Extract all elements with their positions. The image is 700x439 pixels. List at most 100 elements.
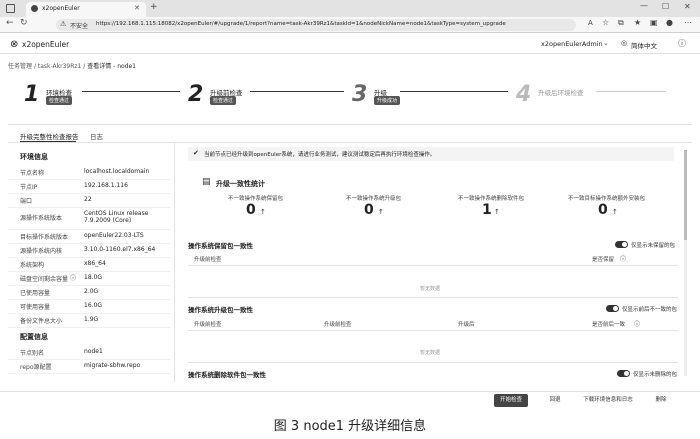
notice-banner: ✔ 当前节点已经升级到openEuler系统，请进行业务测试，建议测试稳定后再执… xyxy=(188,147,674,161)
env-row-backup-size: 备份文件总大小 1.9G xyxy=(8,314,170,328)
breadcrumb: 任务管理 / task-Akr39Rz1 / 查看详情 - node1 xyxy=(8,63,136,70)
favorites-icon[interactable]: ★ xyxy=(634,18,641,27)
check-circle-icon: ✔ xyxy=(193,149,199,157)
steps-divider xyxy=(8,124,692,125)
url-box[interactable]: ⚠ 不安全 https://192.168.1.115:18082/x2open… xyxy=(56,19,576,31)
keep-toggle[interactable] xyxy=(615,241,628,248)
stats-icon: ▤ xyxy=(202,177,211,187)
stat-value: 1 xyxy=(482,202,492,218)
logo-text: x2openEuler xyxy=(22,40,70,49)
read-aloud-icon[interactable]: A xyxy=(588,19,593,27)
step-3-connector xyxy=(400,91,508,92)
step-4: 4 升级后环境检查 xyxy=(516,82,676,116)
arrow-up-icon: ↑ xyxy=(612,208,618,216)
stat-label: 不一致目标操作系统额外安装包 xyxy=(568,196,646,202)
logo-icon: ⊗ xyxy=(10,39,19,50)
config-key: repo源配置 xyxy=(20,364,52,371)
env-row-arch: 系统架构 x86_64 xyxy=(8,258,170,272)
upgrade-bottom-divider xyxy=(188,362,678,363)
breadcrumb-task-management[interactable]: 任务管理 xyxy=(8,63,32,70)
keep-col-before: 升级前检查 xyxy=(194,257,222,263)
browser-menu-icon[interactable] xyxy=(6,4,15,13)
content-scrollbar[interactable] xyxy=(684,150,687,376)
chevron-down-icon[interactable]: ⌄ xyxy=(603,39,609,47)
remove-toggle[interactable] xyxy=(617,370,630,377)
step-1: 1 环境检查 检查通过 xyxy=(24,82,184,116)
env-key: 端口 xyxy=(20,198,33,205)
upgrade-col-after: 升级后 xyxy=(458,322,475,328)
user-menu[interactable]: x2openEulerAdmin xyxy=(541,40,603,48)
scrollbar-thumb[interactable] xyxy=(684,150,687,240)
url-text[interactable]: https://192.168.1.115:18082/x2openEuler/… xyxy=(96,21,506,27)
step-2-connector xyxy=(250,91,344,92)
step-1-number: 1 xyxy=(24,82,40,107)
upgrade-table-header: 升级前检查 升级前检查 升级后 是否前后一致 ⓘ xyxy=(188,317,678,331)
tab-title: x2openEuler xyxy=(42,5,80,12)
env-key: 备份文件总大小 xyxy=(20,318,63,325)
env-value: CentOS Linux release 7.9.2009 (Core) xyxy=(84,210,149,224)
help-icon[interactable]: ⓘ xyxy=(620,254,626,263)
upgrade-toggle-label: 仅显示前后不一致的包 xyxy=(622,307,678,313)
section-remove-title: 操作系统删除软件包一致性 xyxy=(188,371,266,379)
tab-log[interactable]: 日志 xyxy=(90,131,103,141)
profile-icon[interactable]: ● xyxy=(666,18,673,27)
download-button[interactable]: 下载环境信息和日志 xyxy=(580,394,636,407)
rollback-button[interactable]: 回退 xyxy=(540,394,570,407)
browser-tab[interactable]: x2openEuler ✕ xyxy=(26,2,146,17)
env-row-source-os: 源操作系统版本 CentOS Linux release 7.9.2009 (Co… xyxy=(8,208,170,230)
stat-value: 0 xyxy=(246,202,256,218)
back-icon[interactable]: ← xyxy=(6,18,14,28)
env-value: 3.10.0-1160.el7.x86_64 xyxy=(84,246,156,253)
delete-button[interactable]: 删除 xyxy=(648,394,674,407)
env-row-target-os: 目标操作系统版本 openEuler22.03-LTS xyxy=(8,230,170,244)
step-4-number: 4 xyxy=(516,82,532,107)
env-row-node-name: 节点名称 localhost.localdomain xyxy=(8,166,170,180)
split-screen-icon[interactable]: ⧉ xyxy=(618,18,624,28)
env-value: localhost.localdomain xyxy=(84,168,150,175)
warning-icon: ⚠ xyxy=(60,20,67,28)
config-value: migrate-sbhw.repo xyxy=(84,362,141,369)
window-minimize-icon[interactable]: — xyxy=(640,1,648,10)
config-value: node1 xyxy=(84,348,103,355)
reload-icon[interactable]: ↻ xyxy=(20,18,28,28)
keep-toggle-label: 仅显示未保留的包 xyxy=(631,243,676,249)
stat-extra: 不一致目标操作系统额外安装包 0 ↑ xyxy=(564,194,680,222)
step-2: 2 升级前检查 检查通过 xyxy=(188,82,348,116)
start-check-button[interactable]: 开始检查 xyxy=(494,394,528,407)
new-tab-icon[interactable]: + xyxy=(150,2,158,12)
config-info-title: 配置信息 xyxy=(20,333,48,341)
arrow-up-icon: ↑ xyxy=(260,208,266,216)
upgrade-toggle[interactable] xyxy=(606,305,619,312)
env-key: 源操作系统内核 xyxy=(20,248,63,255)
breadcrumb-task[interactable]: task-Akr39Rz1 xyxy=(38,63,81,70)
env-key: 可使用容量 xyxy=(20,304,51,311)
window-close-icon[interactable]: ✕ xyxy=(684,2,691,11)
tab-close-icon[interactable]: ✕ xyxy=(134,4,140,12)
language-switch[interactable]: 简体中文 xyxy=(631,40,657,50)
env-row-available: 可使用容量 16.0G xyxy=(8,300,170,314)
stat-label: 不一致操作系统保留包 xyxy=(228,196,284,202)
help-icon[interactable]: ⓘ xyxy=(70,273,76,282)
env-key: 节点IP xyxy=(20,184,38,191)
favorite-icon[interactable]: ☆ xyxy=(602,18,609,27)
env-value: 22 xyxy=(84,196,92,203)
keep-col-keep: 是否保留 xyxy=(592,257,615,263)
stat-keep: 不一致操作系统保留包 0 ↑ xyxy=(212,194,322,222)
help-icon[interactable]: ⓘ xyxy=(634,319,640,328)
env-value: 2.0G xyxy=(84,288,99,295)
help-icon[interactable]: ⓘ xyxy=(678,38,686,49)
env-row-kernel: 源操作系统内核 3.10.0-1160.el7.x86_64 xyxy=(8,244,170,258)
step-1-status: 检查通过 xyxy=(46,96,73,105)
keep-bottom-divider xyxy=(188,297,678,298)
arrow-up-icon: ↑ xyxy=(494,208,500,216)
tab-report[interactable]: 升级完整性检查报告 xyxy=(20,131,79,141)
upgrade-col-before: 升级前检查 xyxy=(194,322,222,328)
collections-icon[interactable]: ▣ xyxy=(650,18,658,27)
env-value: x86_64 xyxy=(84,260,106,267)
env-value: 1.9G xyxy=(84,316,99,323)
tabs-divider xyxy=(8,142,692,143)
more-menu-icon[interactable]: ⋯ xyxy=(684,18,692,27)
env-key: 磁盘空间剩余容量 xyxy=(20,276,69,283)
window-maximize-icon[interactable]: ☐ xyxy=(662,2,669,11)
env-key: 系统架构 xyxy=(20,262,45,269)
